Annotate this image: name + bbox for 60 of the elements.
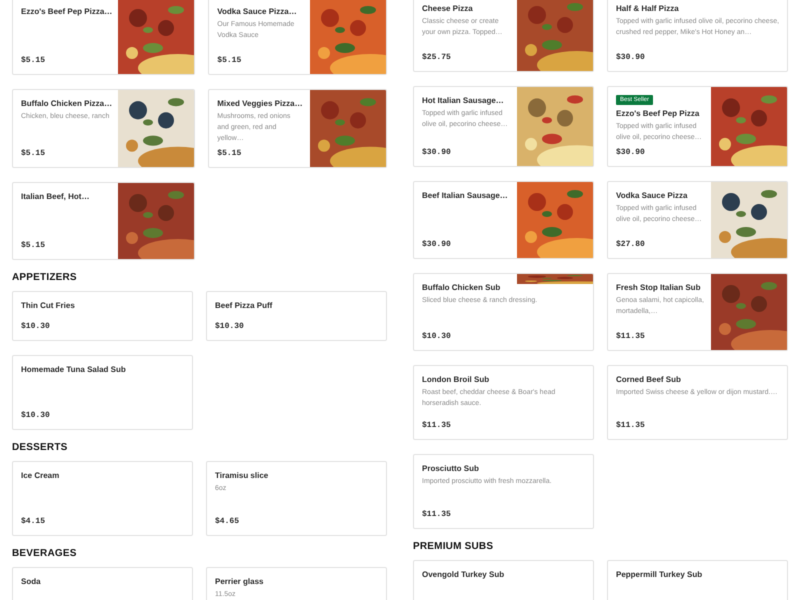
item-price: $10.30	[21, 410, 50, 421]
item-price: $10.30	[215, 321, 244, 332]
item-price: $25.75	[422, 52, 451, 63]
item-price: $5.15	[217, 148, 242, 159]
item-name: Half & Half Pizza	[616, 3, 679, 14]
item-name: Beef Pizza Puff	[215, 300, 272, 311]
item-name: Buffalo Chicken Sub	[422, 282, 500, 293]
item-name: Vodka Sauce Pizza…	[217, 6, 297, 17]
item-price: $10.30	[422, 331, 451, 342]
item-name: Ice Cream	[21, 470, 60, 481]
item-price: $5.15	[217, 55, 242, 66]
menu-card[interactable]: Peppermill Turkey Sub	[607, 560, 788, 600]
item-name: Mixed Veggies Pizza…	[217, 98, 303, 109]
item-name: Prosciutto Sub	[422, 463, 479, 474]
item-name: Peppermill Turkey Sub	[616, 569, 702, 580]
item-name: Vodka Sauce Pizza	[616, 190, 688, 201]
menu-card[interactable]: Soda	[12, 567, 193, 600]
item-name: Soda	[21, 576, 41, 587]
item-price: $5.15	[21, 55, 46, 66]
menu-card[interactable]: Italian Beef, Hot… $5.15	[12, 182, 196, 260]
item-price: $5.15	[21, 148, 46, 159]
menu-card[interactable]: Thin Cut Fries $10.30	[12, 291, 193, 341]
item-price: $5.15	[21, 240, 46, 251]
item-price: $11.35	[422, 420, 451, 431]
item-price: $30.90	[616, 147, 645, 158]
menu-card[interactable]: Homemade Tuna Salad Sub $10.30	[12, 355, 193, 430]
item-name: Perrier glass	[215, 576, 264, 587]
menu-card[interactable]: Ice Cream $4.15	[12, 461, 193, 536]
item-price: $4.65	[215, 516, 240, 527]
item-name: Ovengold Turkey Sub	[422, 569, 504, 580]
item-name: Ezzo's Beef Pep Pizza	[616, 108, 700, 119]
item-name: Beef Italian Sausage…	[422, 190, 508, 201]
item-price: $30.90	[422, 147, 451, 158]
item-price: $11.35	[616, 331, 645, 342]
item-name: Thin Cut Fries	[21, 300, 75, 311]
item-price: $30.90	[616, 52, 645, 63]
item-price: $10.30	[21, 321, 50, 332]
item-name: Ezzo's Beef Pep Pizza…	[21, 6, 112, 17]
item-price: $11.35	[422, 509, 451, 520]
item-name: Buffalo Chicken Pizza…	[21, 98, 112, 109]
menu-card[interactable]: Beef Italian Sausage… $30.90	[413, 181, 594, 259]
menu-card[interactable]: Ezzo's Beef Pep Pizza… $5.15	[12, 0, 196, 75]
item-name: Fresh Stop Italian Sub	[616, 282, 700, 293]
item-price: $4.15	[21, 516, 46, 527]
section-heading: DESSERTS	[12, 441, 69, 455]
item-name: Tiramisu slice	[215, 470, 268, 481]
item-name: Italian Beef, Hot…	[21, 191, 90, 202]
item-price: $30.90	[422, 239, 451, 250]
menu-card[interactable]: Beef Pizza Puff $10.30	[206, 291, 387, 341]
item-name: London Broil Sub	[422, 374, 490, 385]
item-name: Hot Italian Sausage…	[422, 95, 504, 106]
item-name: Cheese Pizza	[422, 3, 473, 14]
section-heading: BEVERAGES	[12, 547, 78, 561]
item-name: Corned Beef Sub	[616, 374, 681, 385]
section-heading: APPETIZERS	[12, 271, 78, 285]
item-name: Homemade Tuna Salad Sub	[21, 364, 126, 375]
item-price: $27.80	[616, 239, 645, 250]
item-price: $11.35	[616, 420, 645, 431]
section-heading: PREMIUM SUBS	[413, 540, 494, 554]
menu-card[interactable]: Ovengold Turkey Sub	[413, 560, 594, 600]
